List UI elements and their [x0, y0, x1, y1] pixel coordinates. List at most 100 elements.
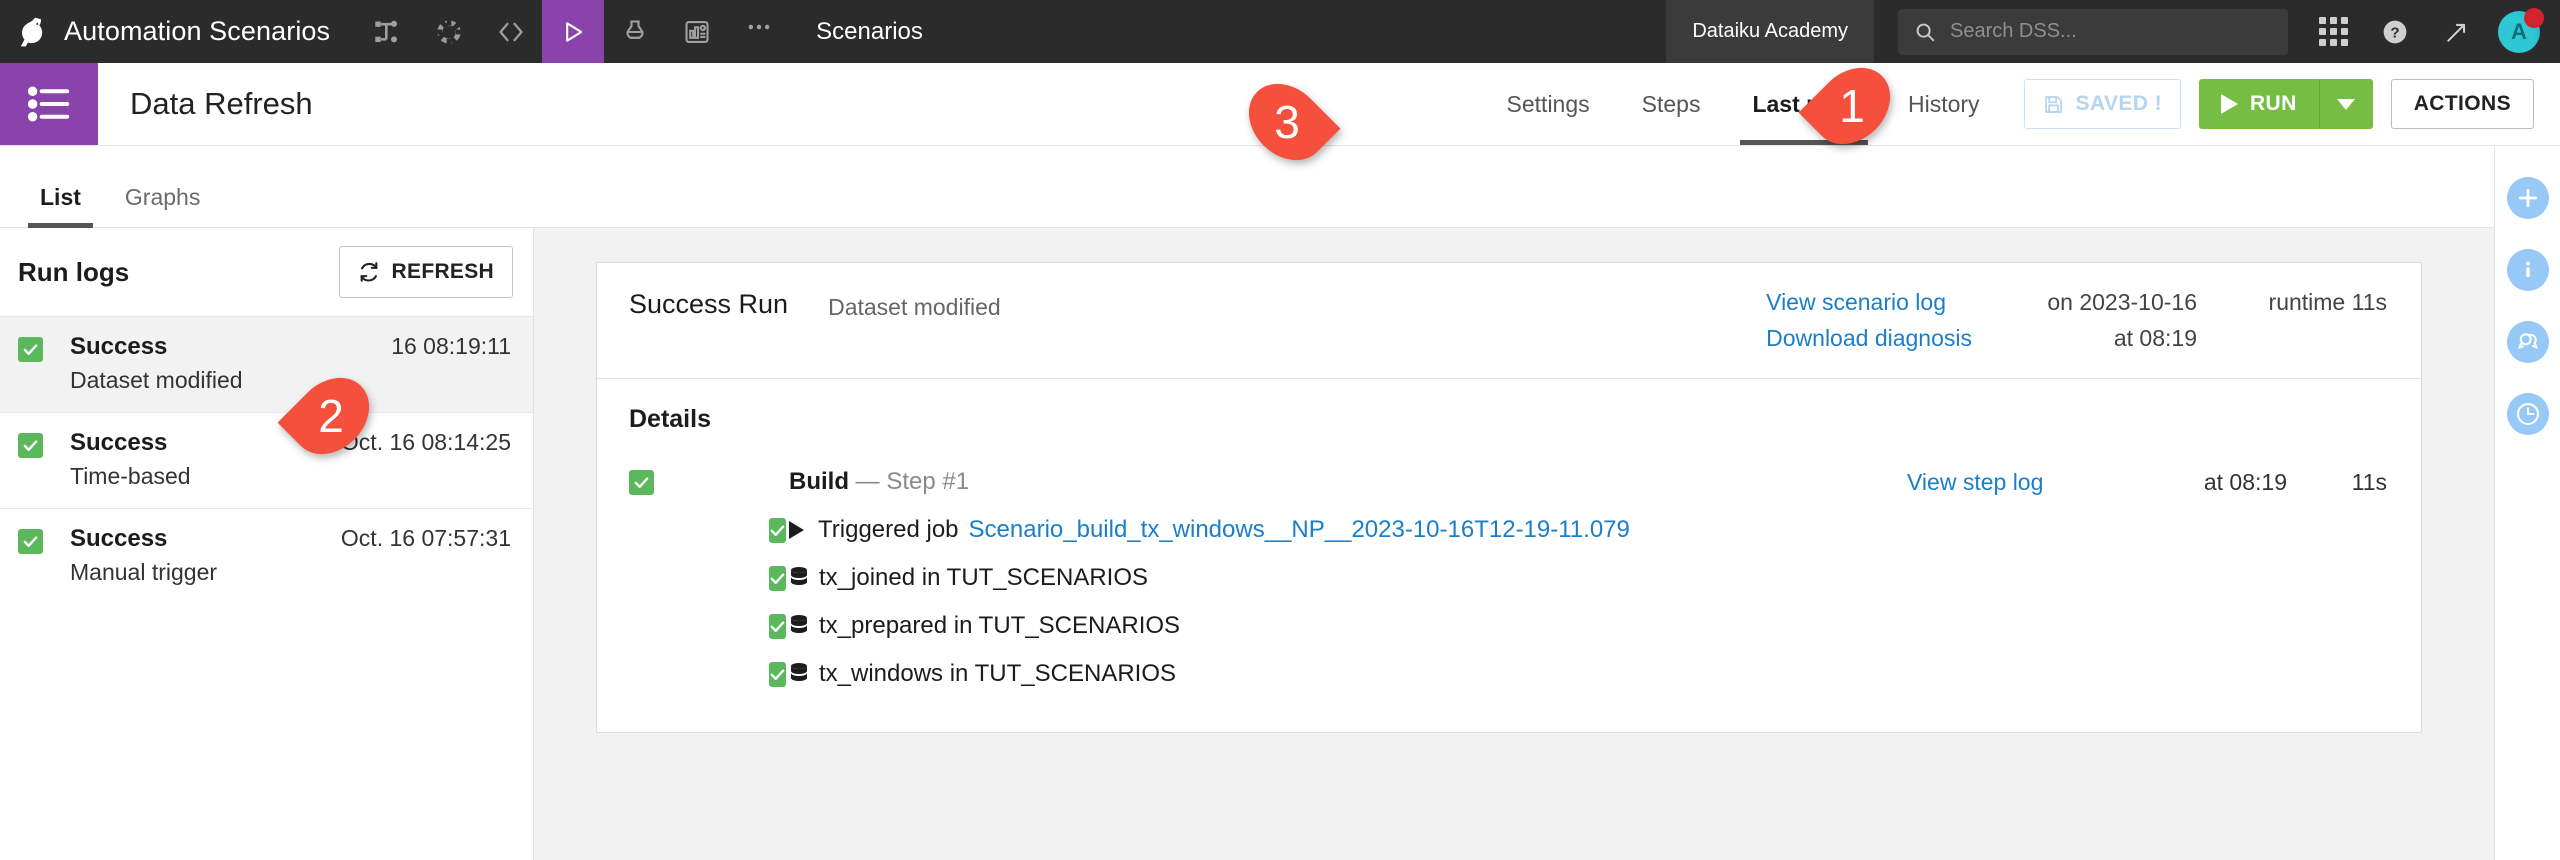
discussions-chat-icon [2507, 321, 2549, 363]
project-title: Automation Scenarios [64, 0, 356, 63]
dataset-row[interactable]: tx_joined in TUT_SCENARIOS [629, 554, 2387, 602]
search-icon [1914, 21, 1936, 43]
floppy-save-icon [2043, 94, 2064, 115]
dataset-icon [789, 662, 809, 686]
tab-list[interactable]: List [18, 184, 103, 227]
saved-button-label: SAVED ! [2076, 92, 2162, 116]
triggered-job-row[interactable]: Triggered job Scenario_build_tx_windows_… [629, 506, 2387, 554]
run-timestamp: Oct. 16 07:57:31 [341, 525, 511, 552]
triggered-job-link[interactable]: Scenario_build_tx_windows__NP__2023-10-1… [969, 516, 1630, 544]
scenario-tabs: Settings Steps Last runs History [1481, 63, 2006, 145]
check-green-icon [769, 518, 786, 543]
dataset-text: tx_windows in TUT_SCENARIOS [789, 660, 2387, 688]
run-status-icon [18, 429, 58, 458]
discussions-button[interactable] [2495, 306, 2560, 378]
instance-name[interactable]: Dataiku Academy [1666, 0, 1874, 63]
check-green-icon [18, 433, 43, 458]
run-detail-when: on 2023-10-16 at 08:19 [2012, 289, 2197, 352]
trending-arrow-icon[interactable] [2426, 0, 2488, 63]
top-navigation-bar: Automation Scenarios Scenarios Dataiku A… [0, 0, 2560, 63]
right-sidebar [2494, 63, 2560, 860]
project-nav-icons [356, 0, 790, 63]
run-detail-header: Success Run Dataset modified View scenar… [597, 263, 2421, 378]
subheader-actions: SAVED ! RUN ACTIONS [2006, 63, 2560, 145]
check-green-icon [769, 662, 786, 687]
check-green-icon [18, 337, 43, 362]
callout-marker-3: 3 [1228, 76, 1346, 168]
dataiku-bird-logo[interactable] [0, 0, 64, 63]
topnav-spacer [949, 0, 1666, 63]
history-button[interactable] [2495, 378, 2560, 450]
run-log-item[interactable]: Success Oct. 16 08:14:25 Time-based [0, 412, 533, 508]
lab-icon[interactable] [604, 0, 666, 63]
view-scenario-log-link[interactable]: View scenario log [1766, 289, 1946, 316]
run-detail-links: View scenario log Download diagnosis [1766, 289, 1972, 352]
check-green-icon [629, 470, 654, 495]
step-number: Step #1 [886, 468, 969, 495]
refresh-icon [358, 261, 380, 283]
view-step-log-link[interactable]: View step log [1907, 469, 2107, 496]
step-status-icon [629, 470, 779, 495]
avatar[interactable]: A [2488, 0, 2550, 63]
run-trigger-label: Manual trigger [70, 559, 511, 586]
code-icon[interactable] [480, 0, 542, 63]
run-logs-title: Run logs [18, 257, 129, 288]
tab-graphs[interactable]: Graphs [103, 184, 222, 227]
info-icon [2507, 249, 2549, 291]
run-detail-card: Success Run Dataset modified View scenar… [596, 262, 2422, 733]
run-detail-time: at 08:19 [2114, 325, 2197, 352]
run-trigger-label: Time-based [70, 463, 511, 490]
run-button-label: RUN [2250, 92, 2297, 116]
tab-steps[interactable]: Steps [1616, 63, 1727, 145]
section-label: Scenarios [790, 0, 949, 63]
callout-number: 1 [1839, 79, 1865, 133]
step-row[interactable]: Build — Step #1 View step log at 08:19 1… [629, 458, 2387, 506]
run-log-item[interactable]: Success Oct. 16 07:57:31 Manual trigger [0, 508, 533, 604]
info-button[interactable] [2495, 234, 2560, 306]
download-diagnosis-link[interactable]: Download diagnosis [1766, 325, 1972, 352]
run-detail-trigger: Dataset modified [828, 289, 1001, 321]
dashboard-icon[interactable] [666, 0, 728, 63]
help-question-icon[interactable]: ? [2364, 0, 2426, 63]
dataset-label: tx_prepared in TUT_SCENARIOS [819, 612, 1180, 640]
actions-button[interactable]: ACTIONS [2391, 79, 2534, 129]
apps-grid-icon[interactable] [2302, 0, 2364, 63]
callout-marker-2: 2 [272, 370, 390, 462]
saved-button[interactable]: SAVED ! [2024, 79, 2181, 129]
callout-marker-1: 1 [1793, 60, 1911, 152]
scenario-list-icon[interactable] [0, 63, 98, 145]
flow-circle-icon[interactable] [418, 0, 480, 63]
dataset-row[interactable]: tx_prepared in TUT_SCENARIOS [629, 602, 2387, 650]
callout-number: 2 [318, 389, 344, 443]
run-detail-panel: Success Run Dataset modified View scenar… [534, 228, 2494, 860]
run-detail-runtime: runtime 11s [2269, 289, 2387, 316]
check-green-icon [769, 566, 786, 591]
job-status-icon [629, 518, 779, 543]
run-logs-header: Run logs REFRESH [0, 228, 533, 316]
triangle-right-icon[interactable] [789, 521, 804, 539]
search-input[interactable] [1950, 20, 2272, 43]
run-dropdown-button[interactable] [2319, 79, 2373, 129]
dataset-text: tx_joined in TUT_SCENARIOS [789, 564, 2387, 592]
play-triangle-icon [2221, 94, 2238, 114]
tab-settings[interactable]: Settings [1481, 63, 1616, 145]
dataset-icon [789, 614, 809, 638]
refresh-button[interactable]: REFRESH [339, 246, 513, 298]
flow-share-icon[interactable] [356, 0, 418, 63]
dataset-status-icon [629, 614, 779, 639]
chevron-down-icon [2337, 99, 2355, 110]
search-area [1874, 0, 2302, 63]
dataset-row[interactable]: tx_windows in TUT_SCENARIOS [629, 650, 2387, 698]
add-plus-button[interactable] [2495, 162, 2560, 234]
step-separator: — [856, 468, 880, 495]
callout-number: 3 [1274, 95, 1300, 149]
run-button[interactable]: RUN [2199, 79, 2319, 129]
history-clock-icon [2507, 393, 2549, 435]
more-ellipsis-icon[interactable] [728, 0, 790, 63]
body-wrapper: Run logs REFRESH Success 16 08:19:11 Dat… [0, 228, 2494, 860]
notification-badge [2524, 8, 2544, 28]
refresh-button-label: REFRESH [392, 260, 494, 284]
scenarios-play-icon[interactable] [542, 0, 604, 63]
run-log-item[interactable]: Success 16 08:19:11 Dataset modified [0, 316, 533, 412]
search-box[interactable] [1898, 9, 2288, 55]
